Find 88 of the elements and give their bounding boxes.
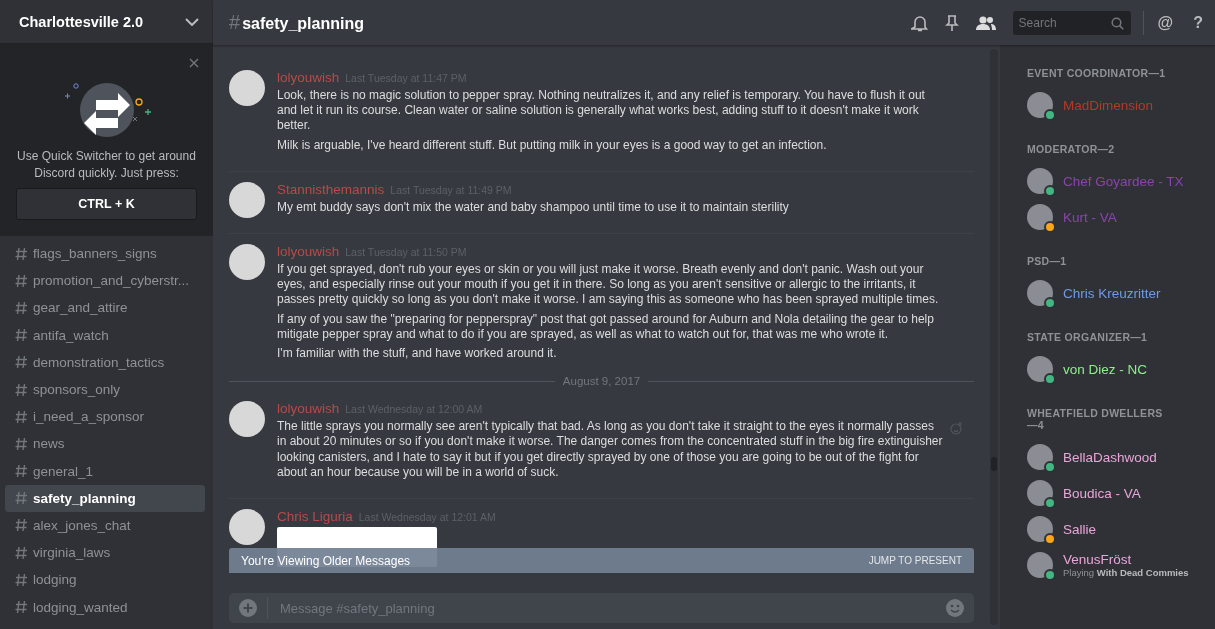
member-activity: Playing With Dead Commies bbox=[1063, 567, 1189, 578]
avatar[interactable] bbox=[229, 509, 265, 545]
server-name: Charlottesville 2.0 bbox=[19, 13, 144, 30]
author-name[interactable]: Chris Liguria bbox=[277, 509, 353, 524]
quick-switcher-hint: Use Quick Switcher to get around Discord quickly. Just press: bbox=[16, 148, 197, 182]
channel-item[interactable]: lodging bbox=[5, 566, 205, 594]
older-messages-text: You're Viewing Older Messages bbox=[241, 553, 411, 568]
search-field[interactable]: Search bbox=[1012, 10, 1131, 35]
hash-icon bbox=[15, 328, 27, 343]
channel-item[interactable]: i_need_a_sponsor bbox=[5, 403, 205, 431]
member-name[interactable]: Sallie bbox=[1063, 521, 1097, 537]
role-heading: WHEATFIELD DWELLERS—4 bbox=[1027, 407, 1164, 431]
channel-item[interactable]: news bbox=[5, 430, 205, 458]
search-icon bbox=[1110, 16, 1124, 30]
hash-icon bbox=[15, 545, 27, 560]
message-text: Milk is arguable, I've heard different stuff. But putting milk in your eyes is a good way to get an infection. bbox=[277, 137, 828, 153]
member-avatar[interactable] bbox=[1027, 516, 1053, 542]
channel-item[interactable]: demonstration_tactics bbox=[5, 348, 205, 376]
shortcut-button[interactable]: CTRL + K bbox=[16, 188, 197, 220]
close-icon bbox=[189, 58, 199, 68]
message-text: If any of you saw the "preparing for pepperspray" post that got passed around for Auburn and Nola detailing the gear to help mitigate pepper spray and what to do if you are sprayed, as well as what to watch out for, that was me who wrote it. bbox=[277, 311, 935, 342]
hash-icon bbox=[15, 518, 27, 533]
channel-item[interactable]: virginia_laws bbox=[5, 539, 205, 567]
help-button[interactable]: ? bbox=[1191, 13, 1205, 32]
author-name[interactable]: lolyouwish bbox=[277, 401, 340, 417]
member-name[interactable]: Chef Goyardee - TX bbox=[1063, 173, 1184, 189]
member-avatar[interactable] bbox=[1027, 444, 1053, 470]
member-name[interactable]: von Diez - NC bbox=[1063, 361, 1148, 377]
channel-item[interactable]: antifa_watch bbox=[5, 321, 205, 349]
member-name[interactable]: MadDimension bbox=[1063, 97, 1154, 113]
member-avatar[interactable] bbox=[1027, 168, 1053, 194]
chevron-down-icon bbox=[185, 17, 199, 26]
avatar[interactable] bbox=[229, 69, 265, 106]
channel-title: safety_planning bbox=[242, 15, 364, 33]
message-text: I'm familiar with the stuff, and have worked around it. bbox=[277, 346, 558, 362]
channel-item[interactable]: gear_and_attire bbox=[5, 294, 205, 322]
close-button[interactable] bbox=[187, 56, 201, 70]
hash-icon bbox=[15, 409, 27, 424]
channel-item[interactable]: flags_banners_signs bbox=[5, 240, 205, 268]
member-name[interactable]: VenusFröst bbox=[1063, 552, 1189, 567]
message-text: The little sprays you normally see aren't typically that bad. As long as you don't take it straight to the eyes it normally passes in about 20 minutes or so if you don't make it worse. The danger comes from the concentrated stuff in the big fire extinguisher looking canisters, and I hate to say it but if you get directly sprayed by one of those you are going to be out of the fight for about an hour because you will be in a world of suck. bbox=[277, 419, 944, 480]
mentions-button[interactable]: @ bbox=[1155, 13, 1176, 32]
member-name[interactable]: Chris Kreuzritter bbox=[1063, 285, 1161, 301]
message-text: If you get sprayed, don't rub your eyes or skin or you will just make it worse. Breath evenly and don't panic. Wash out your eyes, and especially rinse out your mouth if you get it in there. So long as you aren't sensitive or allergic to the irritants, it passes pretty quickly so long as you don't make it worse. I am saying this as someone who has been sprayed multiple times. bbox=[277, 261, 940, 308]
hash-icon bbox=[15, 600, 27, 615]
author-name[interactable]: lolyouwish bbox=[277, 69, 340, 85]
avatar[interactable] bbox=[229, 181, 265, 218]
member-name[interactable]: Kurt - VA bbox=[1063, 209, 1117, 225]
member-avatar[interactable] bbox=[1027, 92, 1053, 118]
channel-item[interactable]: promotion_and_cyberstr... bbox=[5, 267, 205, 295]
jump-to-present-button[interactable]: JUMP TO PRESENT bbox=[868, 555, 962, 566]
channel-item[interactable]: sponsors_only bbox=[5, 375, 205, 404]
avatar[interactable] bbox=[229, 401, 265, 438]
pin-icon[interactable] bbox=[944, 13, 959, 32]
hash-icon bbox=[15, 355, 27, 370]
hash-symbol: # bbox=[229, 11, 241, 34]
channel-item[interactable]: lodging_wanted bbox=[5, 593, 205, 621]
author-name[interactable]: lolyouwish bbox=[277, 243, 340, 259]
members-icon[interactable] bbox=[974, 14, 997, 31]
member-name[interactable]: BellaDashwood bbox=[1063, 449, 1157, 465]
role-heading: MODERATOR—2 bbox=[1027, 143, 1116, 155]
member-avatar[interactable] bbox=[1027, 280, 1053, 306]
channel-item[interactable]: alex_jones_chat bbox=[5, 511, 205, 540]
hash-icon bbox=[15, 273, 27, 288]
channel-item[interactable]: general_1 bbox=[5, 457, 205, 485]
scrollbar[interactable] bbox=[990, 49, 998, 625]
hash-icon bbox=[15, 246, 27, 261]
author-name[interactable]: Stannisthemannis bbox=[277, 181, 385, 197]
member-avatar[interactable] bbox=[1027, 356, 1053, 382]
member-avatar[interactable] bbox=[1027, 552, 1053, 578]
member-avatar[interactable] bbox=[1027, 480, 1053, 506]
role-heading: PSD—1 bbox=[1027, 255, 1068, 267]
role-heading: STATE ORGANIZER—1 bbox=[1027, 331, 1149, 343]
message-text: Look, there is no magic solution to pepper spray. Nothing neutralizes it, and any relief is temporary. You have to flush it out and let it run its course. Clean water or saline solution is generally what works best, adding stuff to it doesn't make it work better. bbox=[277, 87, 926, 134]
member-avatar[interactable] bbox=[1027, 204, 1053, 230]
hash-icon bbox=[15, 382, 27, 397]
member-name[interactable]: Boudica - VA bbox=[1063, 485, 1141, 501]
date-divider: August 9, 2017 bbox=[562, 375, 641, 388]
hash-icon bbox=[15, 572, 27, 587]
avatar[interactable] bbox=[229, 243, 265, 280]
channel-item[interactable]: safety_planning bbox=[5, 484, 205, 512]
hash-icon bbox=[15, 436, 27, 451]
role-heading: EVENT COORDINATOR—1 bbox=[1027, 67, 1167, 79]
hash-icon bbox=[15, 491, 27, 506]
hash-icon bbox=[15, 464, 27, 479]
hash-icon bbox=[15, 300, 27, 315]
message-text: My emt buddy says don't mix the water and baby shampoo until time to use it to maintain sterility bbox=[277, 199, 790, 215]
bell-icon[interactable] bbox=[910, 13, 929, 32]
